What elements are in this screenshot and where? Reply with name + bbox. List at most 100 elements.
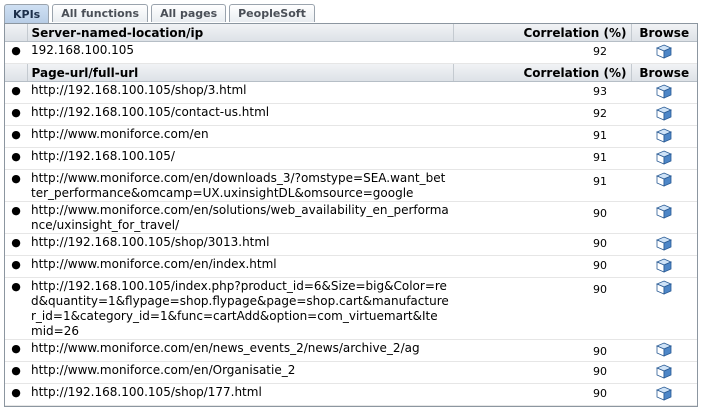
- correlation-value: 90: [453, 405, 631, 406]
- cube-icon[interactable]: [656, 386, 672, 401]
- server-row-text[interactable]: 192.168.100.105: [27, 41, 453, 64]
- bullet-dot: ●: [5, 405, 27, 406]
- bullet-dot: ●: [5, 383, 27, 406]
- server-name-header[interactable]: Server-named-location/ip: [27, 24, 454, 42]
- page-row: ● http://www.moniforce.com/en/solutions/w…: [5, 201, 697, 234]
- correlation-value: 90: [453, 255, 631, 278]
- bullet-dot: ●: [5, 361, 27, 384]
- cube-icon[interactable]: [656, 236, 672, 251]
- page-row-text[interactable]: http://www.moniforce.com/en/downloads_3/…: [27, 169, 453, 202]
- page-row: ● http://www.moniforce.com/en/index.html 9…: [5, 255, 697, 278]
- browse-button[interactable]: [631, 255, 697, 278]
- page-row-text[interactable]: http://192.168.100.105/shop/8.html: [27, 405, 453, 406]
- tab-all-functions[interactable]: All functions: [52, 4, 149, 22]
- page-row: ● http://192.168.100.105/shop/3.html 93: [5, 81, 697, 104]
- tab-bar: KPIs All functions All pages PeopleSoft: [4, 4, 315, 23]
- bullet-dot: ●: [5, 125, 27, 148]
- browse-button[interactable]: [631, 125, 697, 148]
- page-row-text[interactable]: http://www.moniforce.com/en/index.html: [27, 255, 453, 278]
- bullet-dot: ●: [5, 339, 27, 362]
- page-row: ● http://www.moniforce.com/en 91: [5, 125, 697, 148]
- page-header-row: Page-url/full-url Correlation (%) Browse: [5, 64, 697, 82]
- server-correlation-header[interactable]: Correlation (%): [453, 24, 632, 42]
- page-row: ●http://192.168.100.105/shop/8.html90: [5, 405, 697, 406]
- page-url-header[interactable]: Page-url/full-url: [27, 64, 454, 82]
- cube-icon[interactable]: [656, 128, 672, 143]
- browse-button[interactable]: [631, 41, 697, 64]
- cube-icon[interactable]: [656, 364, 672, 379]
- page-row-text[interactable]: http://192.168.100.105/shop/3013.html: [27, 233, 453, 256]
- page-correlation-header[interactable]: Correlation (%): [453, 64, 632, 82]
- cube-icon[interactable]: [656, 106, 672, 121]
- bullet-dot: ●: [5, 277, 27, 340]
- correlation-value: 91: [453, 147, 631, 170]
- browse-button[interactable]: [631, 169, 697, 202]
- cube-icon[interactable]: [656, 172, 672, 187]
- browse-button[interactable]: [631, 233, 697, 256]
- correlation-value: 90: [453, 361, 631, 384]
- bullet-dot: ●: [5, 81, 27, 104]
- cube-icon[interactable]: [656, 84, 672, 99]
- correlation-value: 92: [453, 103, 631, 126]
- browse-button[interactable]: [631, 405, 697, 406]
- page-row: ● http://192.168.100.105/contact-us.html 9…: [5, 103, 697, 126]
- browse-button[interactable]: [631, 103, 697, 126]
- cube-icon[interactable]: [656, 150, 672, 165]
- page-row-text[interactable]: http://192.168.100.105/contact-us.html: [27, 103, 453, 126]
- cube-icon[interactable]: [656, 280, 672, 295]
- bullet-dot: ●: [5, 41, 27, 64]
- browse-button[interactable]: [631, 81, 697, 104]
- page-row: ● http://192.168.100.105/91: [5, 147, 697, 170]
- browse-button[interactable]: [631, 361, 697, 384]
- bullet-dot: ●: [5, 147, 27, 170]
- correlation-value: 90: [453, 201, 631, 234]
- bullet-dot: ●: [5, 201, 27, 234]
- page-row-text[interactable]: http://192.168.100.105/shop/3.html: [27, 81, 453, 104]
- browse-button[interactable]: [631, 339, 697, 362]
- bullet-dot: ●: [5, 169, 27, 202]
- header-bullet-cell: [5, 64, 28, 82]
- correlation-value: 90: [453, 233, 631, 256]
- browse-button[interactable]: [631, 383, 697, 406]
- bullet-dot: ●: [5, 255, 27, 278]
- page-row: ● http://192.168.100.105/index.php?produc…: [5, 277, 697, 340]
- server-row: ● 192.168.100.105 92: [5, 41, 697, 64]
- tab-kpis[interactable]: KPIs: [4, 4, 50, 23]
- page-row-text[interactable]: http://192.168.100.105/index.php?product…: [27, 277, 453, 340]
- correlation-value: 91: [453, 169, 631, 202]
- correlation-value: 90: [453, 383, 631, 406]
- browse-button[interactable]: [631, 147, 697, 170]
- kpi-panel: Server-named-location/ip Correlation (%)…: [4, 23, 698, 407]
- server-header-row: Server-named-location/ip Correlation (%)…: [5, 24, 697, 42]
- cube-icon[interactable]: [656, 342, 672, 357]
- server-table: Server-named-location/ip Correlation (%)…: [5, 24, 697, 64]
- correlation-value: 90: [453, 339, 631, 362]
- page-row-text[interactable]: http://www.moniforce.com/en/news_events_…: [27, 339, 453, 362]
- browse-button[interactable]: [631, 201, 697, 234]
- server-rows: ● 192.168.100.105 92: [5, 41, 697, 64]
- page-row: ● http://192.168.100.105/shop/177.html 90: [5, 383, 697, 406]
- cube-icon[interactable]: [656, 204, 672, 219]
- page-row-text[interactable]: http://192.168.100.105/shop/177.html: [27, 383, 453, 406]
- page-row-text[interactable]: http://www.moniforce.com/en: [27, 125, 453, 148]
- page-row-text[interactable]: http://www.moniforce.com/en/Organisatie_…: [27, 361, 453, 384]
- bullet-dot: ●: [5, 233, 27, 256]
- correlation-value: 92: [453, 41, 631, 64]
- correlation-value: 90: [453, 277, 631, 340]
- bullet-dot: ●: [5, 103, 27, 126]
- page-row: ● http://www.moniforce.com/en/news_events…: [5, 339, 697, 362]
- page-table: Page-url/full-url Correlation (%) Browse…: [5, 64, 697, 406]
- page-row-text[interactable]: http://192.168.100.105/: [27, 147, 453, 170]
- page-row-text[interactable]: http://www.moniforce.com/en/solutions/we…: [27, 201, 453, 234]
- page-row: ● http://www.moniforce.com/en/downloads_3…: [5, 169, 697, 202]
- tab-peoplesoft[interactable]: PeopleSoft: [229, 4, 315, 22]
- page-row: ● http://www.moniforce.com/en/Organisatie…: [5, 361, 697, 384]
- cube-icon[interactable]: [656, 44, 672, 59]
- server-browse-header: Browse: [631, 24, 697, 42]
- page-row: ● http://192.168.100.105/shop/3013.html 90: [5, 233, 697, 256]
- browse-button[interactable]: [631, 277, 697, 340]
- cube-icon[interactable]: [656, 258, 672, 273]
- correlation-value: 93: [453, 81, 631, 104]
- header-bullet-cell: [5, 24, 28, 42]
- tab-all-pages[interactable]: All pages: [151, 4, 227, 22]
